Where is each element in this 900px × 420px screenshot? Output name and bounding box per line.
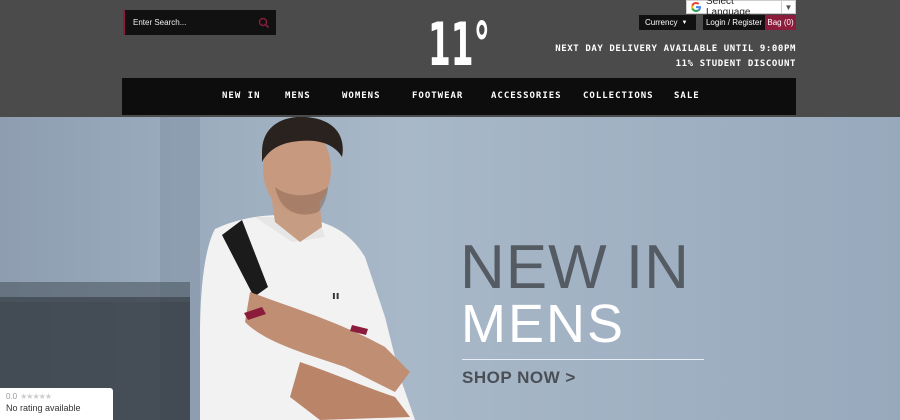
shop-now-link[interactable]: SHOP NOW > [462, 368, 576, 388]
svg-text:ıı: ıı [332, 289, 340, 302]
rating-score: 0.0 [6, 392, 18, 401]
dropdown-arrow-icon[interactable]: ▼ [781, 1, 795, 13]
nav-item-sale[interactable]: SALE [674, 91, 700, 101]
model-figure: ıı [200, 117, 415, 420]
search-bar[interactable] [123, 10, 276, 35]
rating-widget[interactable]: 0.0 ★★★★★ No rating available [0, 388, 113, 420]
hero-divider [462, 359, 704, 360]
star-rating-icon: ★★★★★ [20, 392, 52, 401]
currency-selector[interactable]: Currency ▼ [639, 15, 696, 30]
brand-logo[interactable]: 11° [428, 10, 492, 68]
rating-score-row: 0.0 ★★★★★ [6, 392, 107, 401]
search-icon[interactable] [258, 17, 270, 29]
promo-student-discount[interactable]: 11% STUDENT DISCOUNT [555, 57, 796, 72]
currency-label: Currency [645, 18, 678, 27]
hero-banner[interactable]: ıı NEW IN MENS SHOP NOW > [0, 117, 900, 420]
nav-item-new-in[interactable]: NEW IN [222, 91, 261, 101]
rating-status-text: No rating available [6, 403, 81, 413]
language-selector[interactable]: Select Language ▼ [686, 0, 796, 18]
login-register-link[interactable]: Login / Register [703, 15, 765, 30]
nav-item-womens[interactable]: WOMENS [342, 91, 381, 101]
promo-messages: NEXT DAY DELIVERY AVAILABLE UNTIL 9:00PM… [555, 42, 796, 72]
google-icon [691, 2, 701, 12]
brand-logo-text: 11° [428, 10, 490, 68]
hero-headline-new-in: NEW IN [460, 233, 690, 302]
hero-headline-mens: MENS [461, 294, 626, 354]
nav-item-collections[interactable]: COLLECTIONS [583, 91, 654, 101]
nav-item-footwear[interactable]: FOOTWEAR [412, 91, 463, 101]
promo-delivery: NEXT DAY DELIVERY AVAILABLE UNTIL 9:00PM [555, 44, 796, 54]
caret-down-icon: ▼ [681, 19, 688, 26]
nav-item-accessories[interactable]: ACCESSORIES [491, 91, 562, 101]
hero-image: ıı [0, 117, 415, 420]
nav-item-mens[interactable]: MENS [285, 91, 311, 101]
main-nav: NEW IN MENS WOMENS FOOTWEAR ACCESSORIES … [122, 78, 796, 115]
background-ledge [0, 282, 190, 302]
search-input[interactable] [125, 18, 250, 27]
bag-button[interactable]: Bag (0) [765, 15, 796, 30]
site-header: 11° Select Language ▼ Currency ▼ Login /… [0, 0, 900, 117]
